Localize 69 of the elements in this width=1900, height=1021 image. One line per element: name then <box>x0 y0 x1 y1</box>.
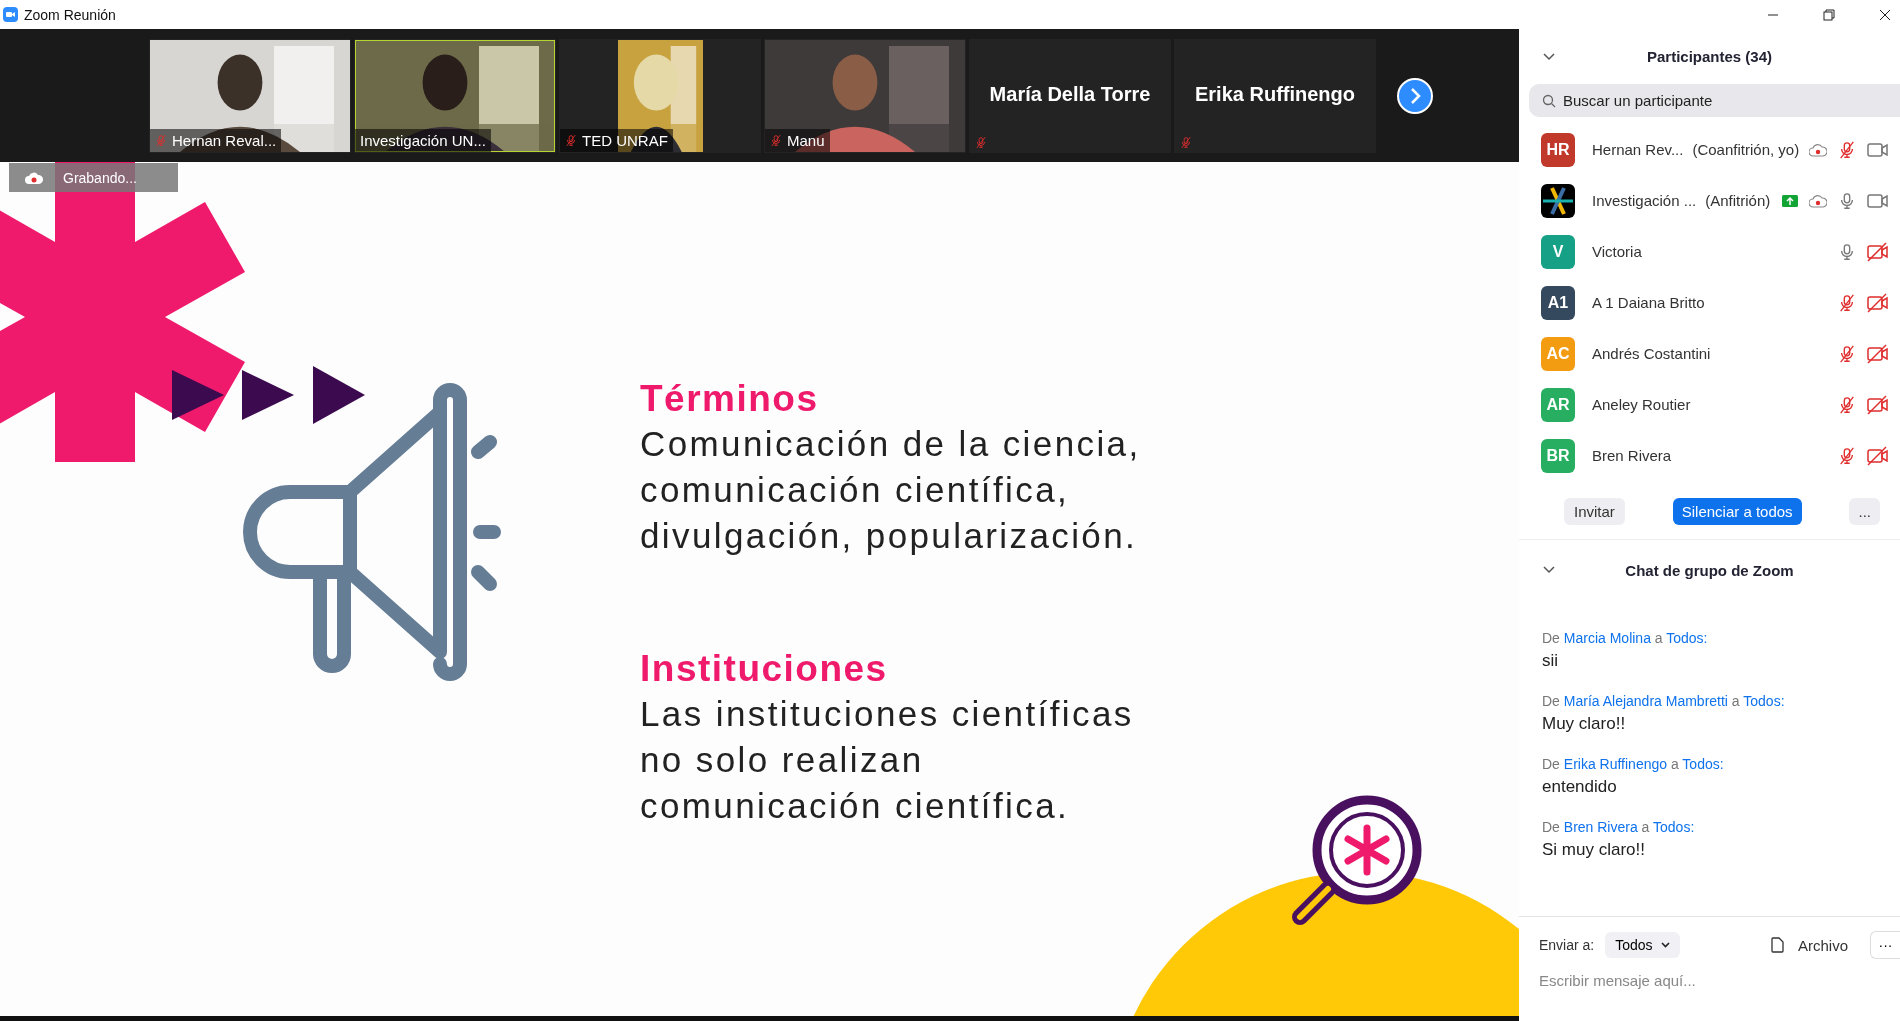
panel-title: Chat de grupo de Zoom <box>1625 561 1794 579</box>
participant-name: Victoria <box>1592 243 1642 260</box>
magnifier-icon <box>1292 795 1422 925</box>
collapse-icon[interactable] <box>1543 566 1555 574</box>
arrows-icon <box>172 366 365 424</box>
next-page-icon[interactable] <box>1397 77 1433 114</box>
message-header: De María Alejandra Mambretti a Todos: <box>1542 693 1786 709</box>
slide-text: comunicación científica, <box>640 469 1071 511</box>
participant-row[interactable]: HR Hernan Rev... (Coanfitrión, yo) <box>1519 124 1900 175</box>
cloud-recording-icon <box>25 170 43 185</box>
avatar: BR <box>1541 438 1575 473</box>
message-header: De Erika Ruffinengo a Todos: <box>1542 756 1725 772</box>
tile-name: TED UNRAF <box>582 131 668 149</box>
participant-row[interactable]: AR Aneley Routier <box>1519 379 1900 430</box>
logo-avatar-icon <box>1541 183 1575 218</box>
message-text: Si muy claro!! <box>1542 840 1646 860</box>
slide-text: no solo realizan <box>640 739 925 781</box>
slide-heading: Instituciones <box>640 647 889 691</box>
slide-text: Las instituciones científicas <box>640 693 1135 735</box>
slide-text: divulgación, popularización. <box>640 515 1139 557</box>
megaphone-icon <box>243 383 501 681</box>
avatar: A1 <box>1541 285 1575 320</box>
avatar: V <box>1541 234 1575 269</box>
collapse-icon[interactable] <box>1543 52 1555 61</box>
message-text: Muy claro!! <box>1542 714 1627 734</box>
file-icon <box>1770 937 1784 953</box>
window-title: Zoom Reunión <box>24 6 116 23</box>
message-text: sii <box>1542 651 1560 671</box>
slide-text: Comunicación de la ciencia, <box>640 423 1142 465</box>
participant-row[interactable]: A1 A 1 Daiana Britto <box>1519 277 1900 328</box>
slide-heading: Términos <box>640 377 820 421</box>
chevron-down-icon <box>1660 942 1670 948</box>
avatar: AC <box>1541 336 1575 371</box>
recipient-dropdown[interactable]: Todos <box>1605 932 1680 958</box>
panel-title: Participantes (34) <box>1646 48 1772 65</box>
message-text: entendido <box>1542 777 1618 797</box>
mute-all-button[interactable]: Silenciar a todos <box>1672 498 1802 525</box>
close-icon[interactable] <box>1879 8 1891 21</box>
message-header: De Marcia Molina a Todos: <box>1542 630 1709 646</box>
slide-text: comunicación científica. <box>640 785 1071 827</box>
invite-button[interactable]: Invitar <box>1564 498 1625 525</box>
search-icon <box>1542 93 1556 108</box>
participant-name: Investigación ... <box>1592 192 1697 209</box>
file-button[interactable]: Archivo <box>1764 935 1854 955</box>
send-to-label: Enviar a: <box>1539 937 1595 953</box>
participant-name: Aneley Routier <box>1592 396 1691 413</box>
app-logo-icon <box>3 7 18 22</box>
tile-name: Hernan Reval... <box>172 131 277 149</box>
participant-name: María Della Torre <box>988 82 1152 106</box>
more-button[interactable]: ... <box>1849 498 1880 525</box>
recording-label: Grabando... <box>63 169 137 186</box>
participant-name: Erika Ruffinengo <box>1194 82 1356 106</box>
avatar: AR <box>1541 387 1575 422</box>
avatar: HR <box>1541 132 1575 167</box>
participant-row[interactable]: BR Bren Rivera <box>1519 430 1900 481</box>
participant-name: Andrés Costantini <box>1592 345 1711 362</box>
participant-name: Bren Rivera <box>1592 447 1672 464</box>
more-button[interactable]: ··· <box>1870 931 1900 959</box>
participant-row[interactable]: Investigación ... (Anfitrión) <box>1519 175 1900 226</box>
message-header: De Bren Rivera a Todos: <box>1542 819 1696 835</box>
restore-icon[interactable] <box>1823 8 1835 21</box>
tile-name: Manu <box>787 131 825 149</box>
participant-row[interactable]: V Victoria <box>1519 226 1900 277</box>
participant-name: Hernan Rev... <box>1592 141 1684 158</box>
participant-role: (Anfitrión) <box>1705 192 1771 209</box>
participant-role: (Coanfitrión, yo) <box>1692 141 1800 158</box>
participant-name: A 1 Daiana Britto <box>1592 294 1705 311</box>
participant-row[interactable]: AC Andrés Costantini <box>1519 328 1900 379</box>
tile-name: Investigación UN... <box>360 131 486 149</box>
